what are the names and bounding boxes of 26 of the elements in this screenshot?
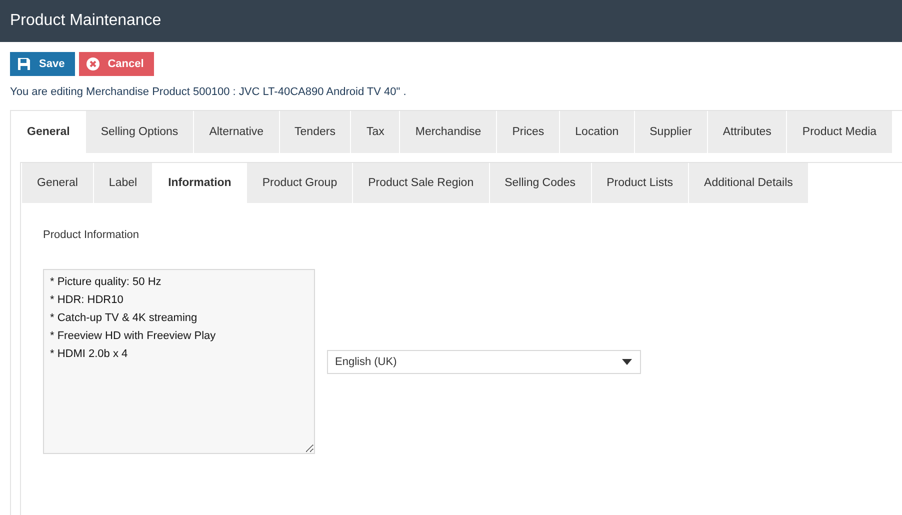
tab[interactable]: Tenders — [280, 111, 350, 153]
language-dropdown[interactable]: English (UK) — [327, 350, 641, 374]
tab[interactable]: Merchandise — [400, 111, 496, 153]
tab[interactable]: Product Media — [787, 111, 892, 153]
tab[interactable]: Label — [94, 163, 152, 203]
tab[interactable]: Alternative — [194, 111, 279, 153]
tab[interactable]: Tax — [351, 111, 400, 153]
tab[interactable]: Product Lists — [592, 163, 688, 203]
caret-icon — [622, 358, 632, 364]
close-icon — [86, 57, 100, 71]
tab[interactable]: Product Group — [247, 163, 352, 203]
tab[interactable]: Supplier — [634, 111, 707, 153]
tab[interactable]: Selling Codes — [490, 163, 591, 203]
tab[interactable]: Attributes — [708, 111, 786, 153]
editing-message: You are editing Merchandise Product 500100 : JVC LT-40CA890 Android TV 40" . — [10, 86, 408, 98]
section-title: Product Information — [43, 229, 140, 241]
tab[interactable]: Additional Details — [689, 163, 808, 203]
save-button[interactable]: Save — [10, 52, 75, 76]
cancel-button[interactable]: Cancel — [78, 52, 154, 76]
window-title: Product Maintenance — [10, 12, 162, 30]
description-field[interactable]: * Picture quality: 50 Hz * HDR: HDR10 * Catch-up TV & 4K streaming * Freeview HD with Freeview Play * HDMI 2.0b x 4 — [43, 269, 315, 454]
tab[interactable]: General — [22, 163, 93, 203]
tab[interactable]: Selling Options — [86, 111, 194, 153]
tab[interactable]: Prices — [497, 111, 560, 153]
tab[interactable]: Product Sale Region — [353, 163, 489, 203]
tab[interactable]: Location — [560, 111, 634, 153]
